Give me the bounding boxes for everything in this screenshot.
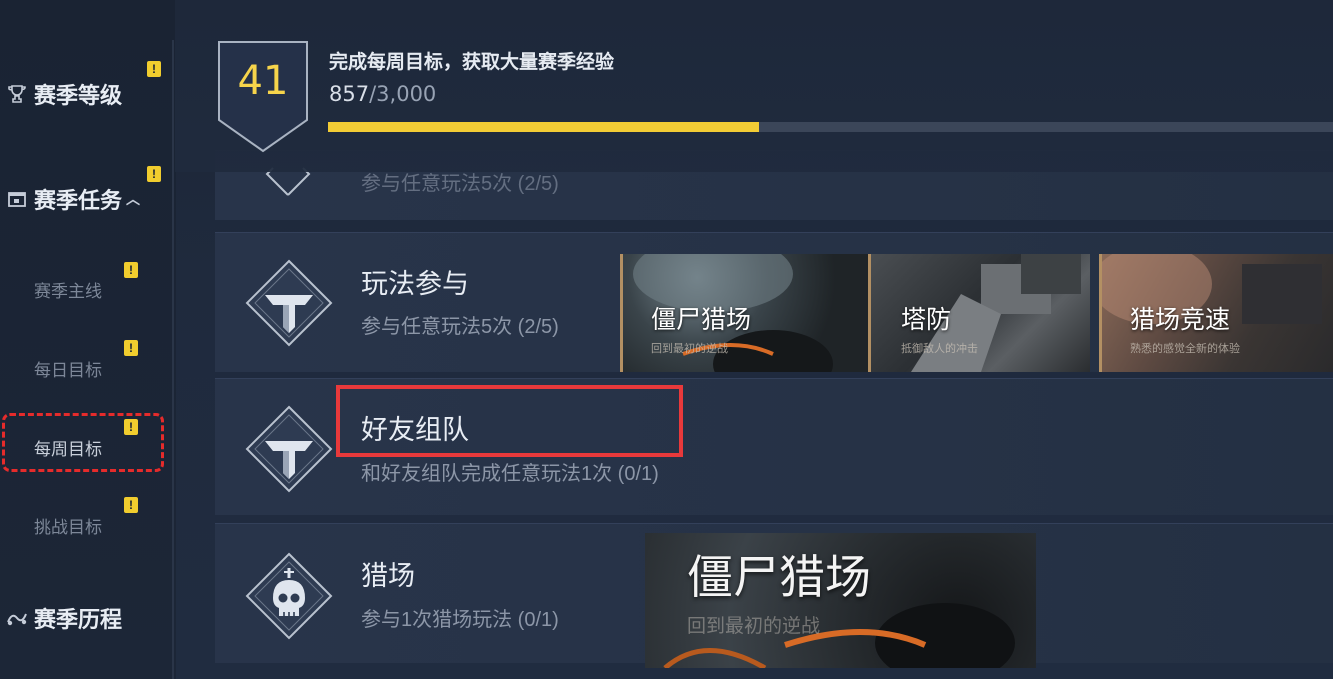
mode-subtitle: 回到最初的逆战 [651,343,728,355]
sidebar-divider [172,40,174,679]
task-title: 玩法参与 [361,269,469,299]
sidebar-item-daily-goals[interactable]: 每日目标 [34,356,102,381]
task-desc: 参与1次猎场玩法 (0/1) [361,609,559,631]
sidebar-item-season-tasks[interactable]: 赛季任务 ︿ [4,183,140,215]
mode-subtitle: 熟悉的感觉全新的体验 [1130,343,1240,355]
sidebar-item-weekly-goals[interactable]: 每周目标 [34,435,102,460]
task-desc: 参与任意玩法5次 (2/5) [361,316,559,338]
calendar-icon [4,188,30,210]
mode-name: 僵尸猎场 [651,306,752,334]
mode-preview-zombie-hunt[interactable]: 僵尸猎场 回到最初的逆战 [645,533,1036,668]
alert-badge: ! [147,166,161,182]
progress-bar-fill [328,122,759,132]
trophy-icon [4,83,30,105]
mode-emblem-icon [245,405,333,493]
preview-mode-subtitle: 回到最初的逆战 [687,616,821,637]
sidebar-item-label: 赛季等级 [34,83,123,108]
alert-badge: ! [124,497,138,513]
task-title: 猎场 [361,561,415,591]
weekly-goal-title: 完成每周目标，获取大量赛季经验 [329,52,615,73]
progress-current: 857 [329,82,370,106]
mode-tile-tower-defense[interactable]: 塔防 抵御敌人的冲击 [868,254,1090,372]
mode-tile-zombie-hunt[interactable]: 僵尸猎场 回到最初的逆战 [620,254,870,372]
task-desc: 和好友组队完成任意玩法1次 (0/1) [361,463,659,485]
mode-tile-hunt-race[interactable]: 猎场竞速 熟悉的感觉全新的体验 [1099,254,1333,372]
mode-name: 猎场竞速 [1130,306,1231,334]
journey-icon [4,607,30,629]
alert-badge: ! [124,340,138,356]
skull-icon [245,552,333,640]
mode-name: 塔防 [901,306,952,334]
mode-emblem-icon [245,259,333,347]
alert-badge: ! [147,61,161,77]
progress-bar [328,122,1333,132]
progress-total: /3,000 [369,82,437,106]
sidebar-item-season-journey[interactable]: 赛季历程 [4,602,122,634]
sidebar-item-label: 赛季历程 [34,607,123,632]
progress-text: 857/3,000 [329,82,436,106]
season-level: 41 [237,58,289,104]
alert-badge: ! [124,262,138,278]
sidebar-item-season-main[interactable]: 赛季主线 [34,277,102,302]
sidebar-item-challenge-goals[interactable]: 挑战目标 [34,513,102,538]
chevron-up-icon: ︿ [126,191,141,207]
highlight-annotation [336,385,683,457]
mode-subtitle: 抵御敌人的冲击 [901,343,978,355]
sidebar-item-label: 赛季任务 [34,188,123,213]
sidebar: 赛季等级 ! 赛季任务 ︿ ! 赛季主线 ! 每日目标 ! 每周目标 ! 挑战目… [0,0,176,679]
sidebar-item-season-level[interactable]: 赛季等级 [4,78,122,110]
preview-mode-name: 僵尸猎场 [687,551,871,603]
alert-badge: ! [124,419,138,435]
